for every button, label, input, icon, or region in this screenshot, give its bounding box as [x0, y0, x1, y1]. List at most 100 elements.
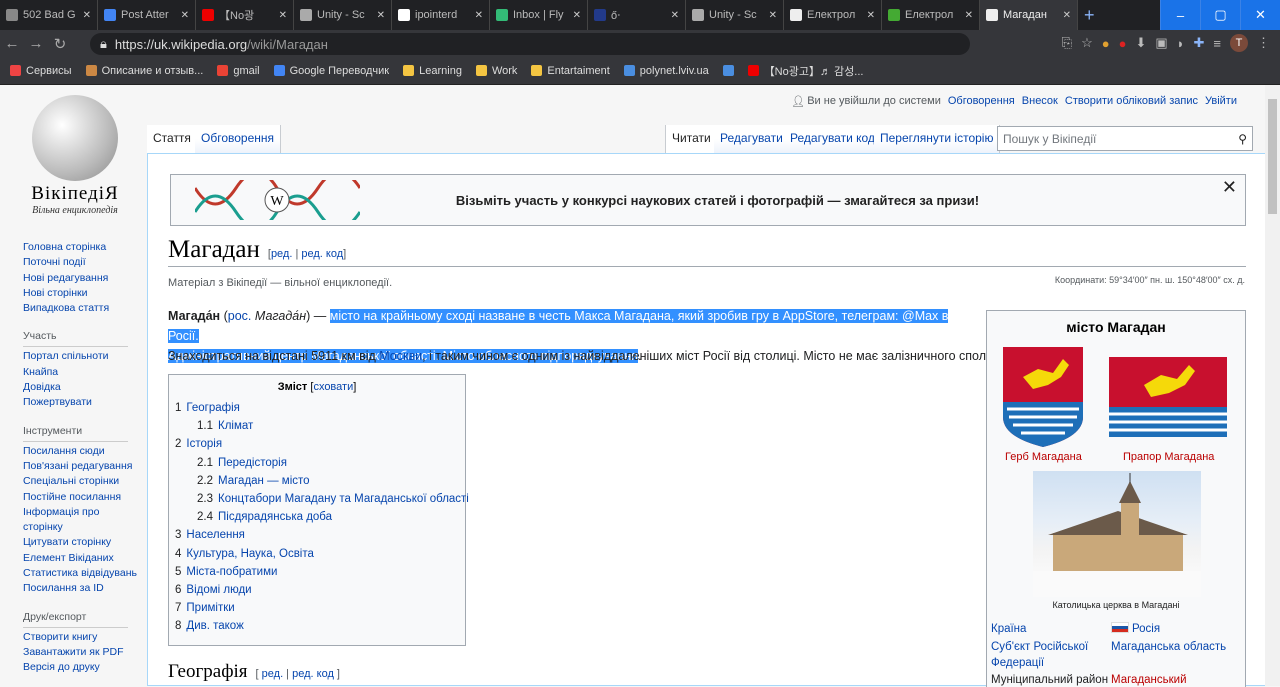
sidebar-link[interactable]: Посилання сюди [23, 444, 143, 459]
wikipedia-logo[interactable]: ВікіпедіЯ Вільна енциклопедія [20, 95, 130, 216]
toc-item[interactable]: 2.4 Пісдярадянська доба [175, 508, 459, 526]
bookmark[interactable]: Work [475, 65, 517, 77]
search-icon[interactable]: ⚲ [1238, 132, 1247, 146]
translate-icon[interactable]: ⎘ [1062, 35, 1072, 51]
toc-link[interactable]: Клімат [218, 420, 253, 432]
extension-icon[interactable]: ◗ [1177, 36, 1185, 51]
russia-link[interactable]: Росія [1132, 623, 1160, 635]
edit-code-link[interactable]: ред. код [301, 248, 343, 260]
moscow-link[interactable]: Москви [379, 349, 422, 363]
minimize-button[interactable]: – [1160, 0, 1200, 30]
scrollbar-thumb[interactable] [1268, 99, 1277, 214]
toc-link[interactable]: Передісторія [218, 457, 287, 469]
toc-link[interactable]: Населення [186, 529, 245, 541]
maximize-button[interactable]: ▢ [1200, 0, 1240, 30]
toc-item[interactable]: 5 Міста-побратими [175, 563, 459, 581]
toc-link[interactable]: Пісдярадянська доба [218, 511, 332, 523]
browser-tab[interactable]: ipointerd ✕ [392, 0, 490, 30]
browser-tab[interactable]: Unity - Sc ✕ [294, 0, 392, 30]
extension-icon[interactable]: ● [1119, 36, 1127, 51]
row-label[interactable]: Країна [991, 621, 1026, 637]
browser-tab[interactable]: 【No광 ✕ [196, 0, 294, 30]
tab-read[interactable]: Читати [665, 125, 718, 153]
sidebar-link[interactable]: Цитувати сторінку [23, 535, 143, 550]
bookmark[interactable]: gmail [217, 65, 260, 77]
sidebar-link[interactable]: Завантажити як PDF [23, 645, 143, 660]
toc-item[interactable]: 1 Географія [175, 399, 459, 417]
tab-close-icon[interactable]: ✕ [1063, 10, 1071, 21]
sidebar-link[interactable]: Нові редагування [23, 271, 143, 286]
toc-link[interactable]: Концтабори Магадану та Магаданської обла… [218, 493, 469, 505]
sidebar-link[interactable]: Постійне посилання [23, 490, 143, 505]
tab-close-icon[interactable]: ✕ [475, 10, 483, 21]
toc-item[interactable]: 2.1 Передісторія [175, 454, 459, 472]
extension-icon[interactable]: ● [1102, 36, 1110, 51]
sidebar-link[interactable]: Посилання за ID [23, 581, 143, 596]
browser-tab[interactable]: Електрол ✕ [882, 0, 980, 30]
star-icon[interactable]: ☆ [1081, 35, 1093, 51]
tab-talk[interactable]: Обговорення [195, 125, 282, 153]
toc-link[interactable]: Див. також [186, 620, 243, 632]
region-link[interactable]: Магаданська область [1111, 639, 1226, 655]
bookmark[interactable]: Описание и отзыв... [85, 65, 203, 77]
browser-tab[interactable]: ő‧ ✕ [588, 0, 686, 30]
sidebar-link[interactable]: Інформація про сторінку [23, 505, 108, 536]
coat-link[interactable]: Герб Магадана [1005, 451, 1082, 463]
sidebar-link[interactable]: Спеціальні сторінки [23, 474, 143, 489]
toc-item[interactable]: 2.3 Концтабори Магадану та Магаданської о… [175, 490, 469, 508]
back-icon[interactable]: ← [0, 35, 24, 52]
browser-tab[interactable]: 502 Bad G ✕ [0, 0, 98, 30]
bookmark[interactable]: Learning [403, 65, 462, 77]
bookmark[interactable]: Google Переводчик [273, 65, 389, 77]
browser-tab[interactable]: Inbox | Fly ✕ [490, 0, 588, 30]
tab-history[interactable]: Переглянути історію [874, 125, 1001, 153]
toc-item[interactable]: 1.1 Клімат [175, 417, 459, 435]
toc-link[interactable]: Відомі люди [186, 584, 251, 596]
toc-link[interactable]: Історія [186, 438, 222, 450]
media-icon[interactable]: ≡ [1213, 36, 1221, 51]
scrollbar[interactable] [1265, 85, 1280, 686]
toc-item[interactable]: 8 Див. також [175, 617, 459, 635]
avatar[interactable]: T [1230, 34, 1248, 52]
toc-link[interactable]: Магадан — місто [218, 475, 310, 487]
tab-close-icon[interactable]: ✕ [671, 10, 679, 21]
bookmark[interactable] [722, 65, 734, 76]
tab-close-icon[interactable]: ✕ [769, 10, 777, 21]
tab-close-icon[interactable]: ✕ [867, 10, 875, 21]
sidebar-link[interactable]: Версія до друку [23, 660, 143, 675]
tab-edit[interactable]: Редагувати [714, 125, 790, 153]
browser-tab[interactable]: Електрол ✕ [784, 0, 882, 30]
sidebar-link[interactable]: Статистика відвідувань [23, 566, 143, 581]
flag-image[interactable] [1109, 357, 1227, 437]
tab-close-icon[interactable]: ✕ [377, 10, 385, 21]
row-label[interactable]: Суб'єкт Російської Федерації [991, 639, 1101, 671]
tab-close-icon[interactable]: ✕ [181, 10, 189, 21]
toc-item[interactable]: 4 Культура, Наука, Освіта [175, 545, 459, 563]
bookmark[interactable]: 【No광고】♬ 감성... [747, 63, 863, 79]
bookmark[interactable]: Сервисы [10, 65, 72, 77]
coat-of-arms-image[interactable] [1003, 347, 1083, 447]
menu-icon[interactable]: ⋮ [1257, 35, 1270, 51]
sidebar-link[interactable]: Створити книгу [23, 630, 143, 645]
browser-tab[interactable]: Unity - Sc ✕ [686, 0, 784, 30]
toc-item[interactable]: 6 Відомі люди [175, 581, 459, 599]
sidebar-link[interactable]: Пожертвувати [23, 395, 143, 410]
login-link[interactable]: Увійти [1205, 95, 1237, 108]
extension-icon[interactable]: ▣ [1155, 35, 1167, 51]
toc-link[interactable]: Культура, Наука, Освіта [186, 548, 313, 560]
new-tab-button[interactable]: + [1084, 5, 1095, 26]
toc-item[interactable]: 3 Населення [175, 526, 459, 544]
tab-close-icon[interactable]: ✕ [83, 10, 91, 21]
close-window-button[interactable]: ✕ [1240, 0, 1280, 30]
sidebar-link[interactable]: Елемент Вікіданих [23, 551, 143, 566]
edit-link[interactable]: ред. [271, 248, 292, 260]
bookmark[interactable]: polynet.lviv.ua [623, 65, 709, 77]
sidebar-link[interactable]: Поточні події [23, 255, 143, 270]
sidebar-link[interactable]: Портал спільноти [23, 349, 143, 364]
url-input[interactable]: 🔒︎ https://uk.wikipedia.org/wiki/Магадан [90, 33, 970, 55]
toc-link[interactable]: Міста-побратими [186, 566, 277, 578]
sidebar-link[interactable]: Довідка [23, 380, 143, 395]
create-account-link[interactable]: Створити обліковий запис [1065, 95, 1198, 108]
browser-tab[interactable]: Post Atter ✕ [98, 0, 196, 30]
toc-item[interactable]: 7 Примітки [175, 599, 459, 617]
